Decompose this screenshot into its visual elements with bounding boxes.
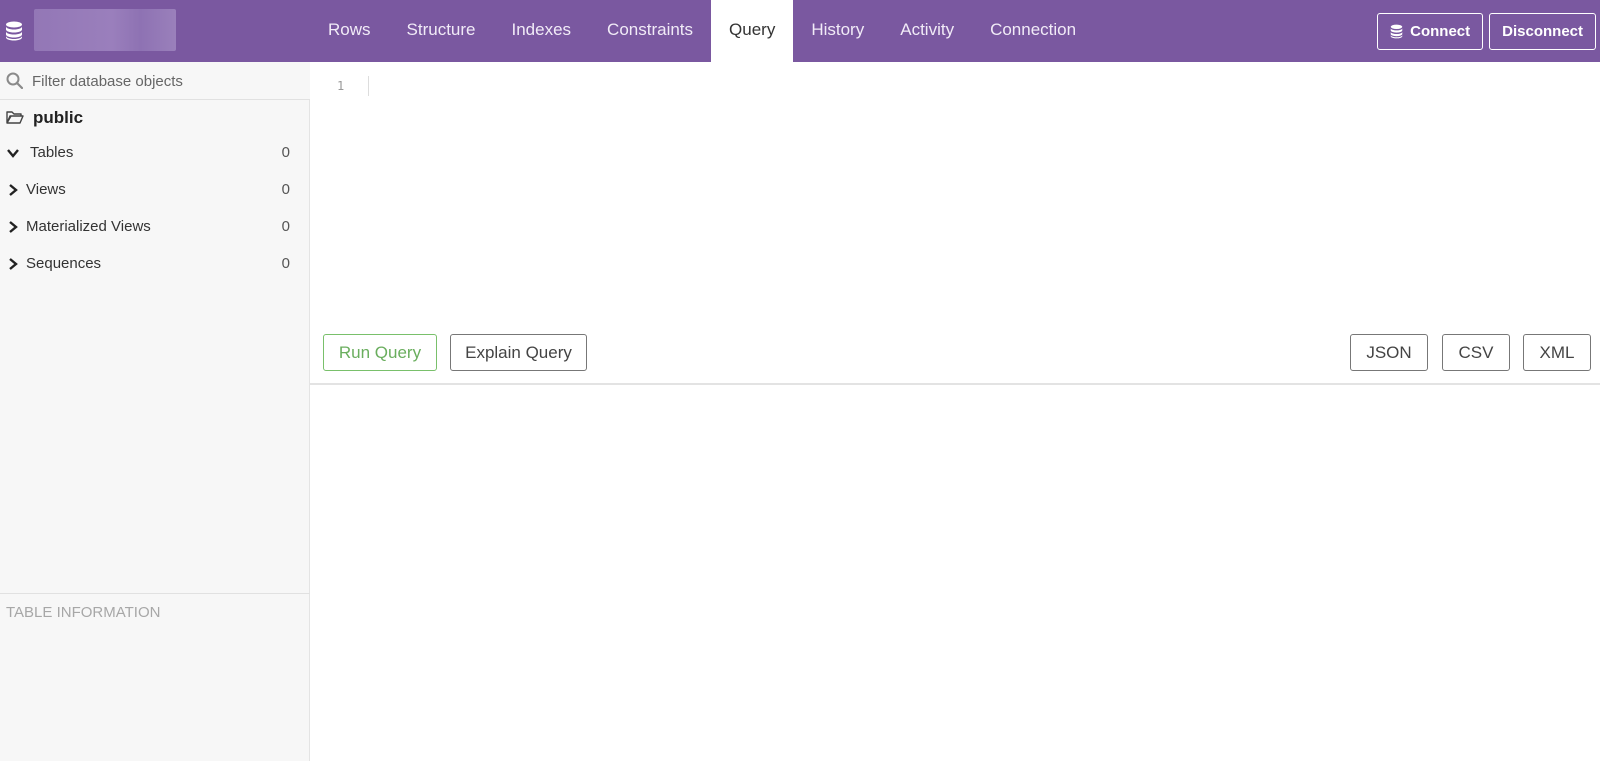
database-icon [6,21,22,41]
run-query-button[interactable]: Run Query [323,334,437,371]
schema-header[interactable]: public [0,102,310,136]
tab-rows[interactable]: Rows [310,0,389,62]
sidebar-item-label: Views [26,181,66,198]
database-name[interactable] [34,9,176,51]
tab-history[interactable]: History [793,0,882,62]
export-xml-button[interactable]: XML [1523,334,1591,371]
sidebar-item-label: Materialized Views [26,218,151,235]
tab-indexes[interactable]: Indexes [494,0,590,62]
database-icon [1390,24,1403,39]
search-icon [6,72,23,89]
tab-query[interactable]: Query [711,0,794,62]
table-information-panel: TABLE INFORMATION [0,593,310,761]
tab-structure[interactable]: Structure [389,0,494,62]
tab-bar: Rows Structure Indexes Constraints Query… [310,0,1094,62]
connect-button[interactable]: Connect [1377,13,1484,50]
item-count: 0 [281,144,290,161]
query-editor[interactable]: 1 [310,62,1600,317]
line-number: 1 [337,79,345,93]
sidebar-item-tables[interactable]: Tables 0 [0,136,310,170]
export-json-button[interactable]: JSON [1350,334,1428,371]
item-count: 0 [281,181,290,198]
folder-open-icon [6,111,24,124]
tab-connection[interactable]: Connection [972,0,1094,62]
sidebar-item-label: Sequences [26,255,102,272]
chevron-down-icon [7,149,19,158]
chevron-right-icon [9,184,18,196]
chevron-right-icon [9,258,18,270]
sidebar-item-label: Tables [30,144,74,161]
sidebar-item-sequences[interactable]: Sequences 0 [0,247,310,281]
explain-query-button[interactable]: Explain Query [450,334,587,371]
disconnect-label: Disconnect [1502,23,1583,40]
tab-constraints[interactable]: Constraints [589,0,711,62]
item-count: 0 [281,218,290,235]
filter-input[interactable] [32,67,302,95]
sidebar: public Tables 0 Views 0 Materialized Vie… [0,62,310,761]
table-information-title: TABLE INFORMATION [6,604,161,621]
connection-actions: Connect Disconnect [1377,13,1596,50]
item-count: 0 [281,255,290,272]
export-csv-button[interactable]: CSV [1442,334,1510,371]
results-area [310,385,1600,761]
sidebar-item-views[interactable]: Views 0 [0,173,310,207]
brand [0,0,310,62]
schema-name: public [33,108,84,127]
text-cursor [368,76,369,96]
connect-label: Connect [1410,23,1471,40]
chevron-right-icon [9,221,18,233]
tab-activity[interactable]: Activity [882,0,972,62]
sidebar-item-materialized-views[interactable]: Materialized Views 0 [0,210,310,244]
disconnect-button[interactable]: Disconnect [1489,13,1596,50]
object-filter [0,62,310,100]
query-toolbar: Run Query Explain Query JSON CSV XML [310,317,1600,385]
top-bar: Rows Structure Indexes Constraints Query… [0,0,1600,62]
